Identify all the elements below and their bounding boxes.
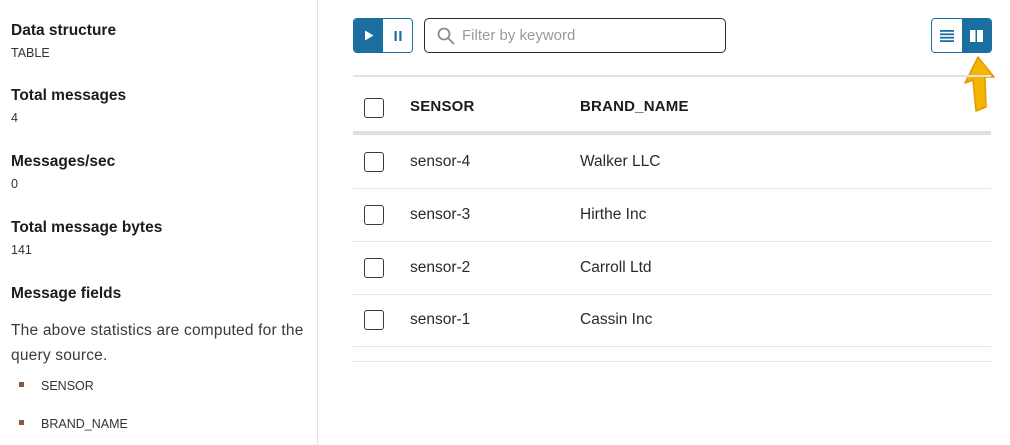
search-icon <box>437 27 455 45</box>
stats-sidebar: Data structure TABLE Total messages 4 Me… <box>0 0 318 445</box>
table-row[interactable]: sensor-1 Cassin Inc <box>353 294 991 347</box>
stat-label-messages-per-sec: Messages/sec <box>11 153 116 170</box>
play-button[interactable] <box>354 19 383 52</box>
column-header-sensor[interactable]: SENSOR <box>410 98 475 115</box>
statistics-description: The above statistics are computed for th… <box>11 322 304 364</box>
message-fields-heading: Message fields <box>11 285 122 302</box>
field-item: SENSOR <box>19 379 94 393</box>
cell-brand-name: Walker LLC <box>580 153 661 170</box>
list-view-button[interactable] <box>932 19 962 52</box>
filter-search-box[interactable] <box>424 18 726 53</box>
split-view-icon <box>969 29 983 42</box>
cell-sensor: sensor-2 <box>410 259 471 276</box>
bullet-icon <box>19 420 24 426</box>
stat-value-total-messages: 4 <box>11 111 18 125</box>
stat-label-total-message-bytes: Total message bytes <box>11 219 163 236</box>
table-row[interactable]: sensor-3 Hirthe Inc <box>353 189 991 242</box>
cell-brand-name: Cassin Inc <box>580 311 653 328</box>
play-icon <box>364 30 373 41</box>
table-row[interactable]: sensor-2 Carroll Ltd <box>353 242 991 295</box>
list-view-icon <box>939 29 954 42</box>
field-name: SENSOR <box>41 379 94 393</box>
stat-value-messages-per-sec: 0 <box>11 177 18 191</box>
table-bottom-border <box>353 361 991 362</box>
pause-button[interactable] <box>383 19 412 52</box>
row-checkbox[interactable] <box>364 258 384 278</box>
table-header: SENSOR BRAND_NAME <box>353 77 991 135</box>
cell-sensor: sensor-4 <box>410 153 471 170</box>
row-checkbox[interactable] <box>364 205 384 225</box>
stream-controls <box>353 18 413 53</box>
stat-label-total-messages: Total messages <box>11 87 127 104</box>
table-row[interactable]: sensor-4 Walker LLC <box>353 136 991 189</box>
stat-value-total-message-bytes: 141 <box>11 243 32 257</box>
split-view-button[interactable] <box>961 19 991 52</box>
pause-icon <box>394 30 401 41</box>
view-toggle <box>931 18 992 53</box>
stat-label-data-structure: Data structure <box>11 22 117 39</box>
filter-input[interactable] <box>462 19 717 52</box>
row-checkbox[interactable] <box>364 310 384 330</box>
select-all-checkbox[interactable] <box>364 98 384 118</box>
bullet-icon <box>19 382 24 388</box>
column-header-brand-name[interactable]: BRAND_NAME <box>580 98 689 115</box>
cell-brand-name: Hirthe Inc <box>580 206 647 223</box>
cell-sensor: sensor-1 <box>410 311 471 328</box>
row-checkbox[interactable] <box>364 152 384 172</box>
cell-brand-name: Carroll Ltd <box>580 259 652 276</box>
field-item: BRAND_NAME <box>19 417 128 431</box>
stat-value-data-structure: TABLE <box>11 46 50 60</box>
cell-sensor: sensor-3 <box>410 206 471 223</box>
field-name: BRAND_NAME <box>41 417 128 431</box>
